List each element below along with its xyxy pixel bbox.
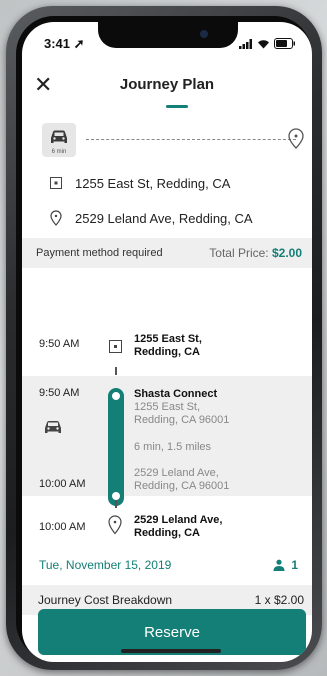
status-icons [239, 38, 296, 49]
service-end-dot [112, 492, 120, 500]
service-name: Shasta Connect [134, 388, 218, 400]
title-underline [166, 105, 188, 108]
car-icon [51, 130, 67, 143]
phone-frame: 3:41 ➚ ✕ Journey Plan 6 min 1255 East St… [6, 6, 322, 670]
connector-bottom [115, 500, 117, 508]
service-from-line2: Redding, CA 96001 [134, 414, 230, 426]
service-to-line2: Redding, CA 96001 [134, 480, 230, 492]
total-price-label: Total Price: [209, 246, 269, 260]
start-time: 9:50 AM [39, 338, 80, 350]
service-from: 1255 East St, Redding, CA 96001 [134, 401, 229, 427]
header: ✕ Journey Plan [22, 66, 312, 116]
service-from-line1: 1255 East St, [134, 401, 201, 413]
location-arrow-icon: ➚ [73, 36, 85, 51]
route-dashed-line [86, 139, 296, 140]
payment-method-label: Payment method required [36, 247, 163, 259]
route-summary: 6 min 1255 East St, Redding, CA 2529 Lel… [22, 123, 312, 253]
destination-address: 2529 Leland Ave, Redding, CA [75, 210, 253, 226]
person-icon [273, 559, 285, 571]
trip-date[interactable]: Tue, November 15, 2019 [39, 558, 171, 572]
service-duration: 6 min, 1.5 miles [134, 441, 212, 453]
total-price: Total Price: $2.00 [209, 246, 302, 260]
car-minutes: 6 min [51, 149, 67, 155]
origin-stop-icon [48, 175, 64, 191]
end-stop-line2: Redding, CA [134, 527, 200, 539]
status-time-text: 3:41 [44, 36, 71, 51]
trip-details[interactable]: Tue, November 15, 2019 1 [22, 552, 312, 578]
signal-icon [239, 38, 252, 49]
start-stop-icon [109, 340, 122, 353]
end-stop-name: 2529 Leland Ave, Redding, CA [134, 514, 222, 540]
cost-breakdown-value: 1 x $2.00 [254, 593, 304, 607]
destination-row[interactable]: 2529 Leland Ave, Redding, CA [22, 206, 312, 230]
page-title: Journey Plan [119, 76, 215, 93]
home-indicator[interactable] [121, 649, 221, 653]
service-route-bar [108, 388, 124, 506]
notch [98, 22, 238, 48]
screen: 3:41 ➚ ✕ Journey Plan 6 min 1255 East St… [22, 22, 312, 662]
passenger-count[interactable]: 1 [273, 558, 298, 572]
start-stop-name: 1255 East St, Redding, CA [134, 333, 202, 359]
service-start-time: 9:50 AM [39, 387, 80, 399]
service-to-line1: 2529 Leland Ave, [134, 467, 219, 479]
destination-pin-icon [288, 128, 304, 149]
total-price-value: $2.00 [271, 246, 302, 260]
start-stop-line2: Redding, CA [134, 346, 200, 358]
service-start-dot [112, 392, 120, 400]
car-icon [45, 421, 61, 433]
service-end-time: 10:00 AM [39, 478, 86, 490]
wifi-icon [258, 39, 269, 48]
camera [200, 30, 208, 38]
origin-row[interactable]: 1255 East St, Redding, CA [22, 171, 312, 195]
destination-pin-icon [48, 210, 64, 226]
end-stop-line1: 2529 Leland Ave, [134, 514, 223, 526]
origin-address: 1255 East St, Redding, CA [75, 175, 231, 191]
end-pin-icon [108, 515, 122, 535]
service-to: 2529 Leland Ave, Redding, CA 96001 [134, 467, 229, 493]
battery-icon [274, 38, 295, 49]
cost-breakdown-label: Journey Cost Breakdown [38, 593, 173, 607]
end-time: 10:00 AM [39, 521, 86, 533]
connector-top [115, 367, 117, 375]
payment-bar[interactable]: Payment method required Total Price: $2.… [22, 238, 312, 268]
start-stop-line1: 1255 East St, [134, 333, 202, 345]
status-time: 3:41 ➚ [44, 36, 85, 52]
passenger-count-value: 1 [291, 558, 298, 572]
car-duration-badge: 6 min [42, 123, 76, 157]
